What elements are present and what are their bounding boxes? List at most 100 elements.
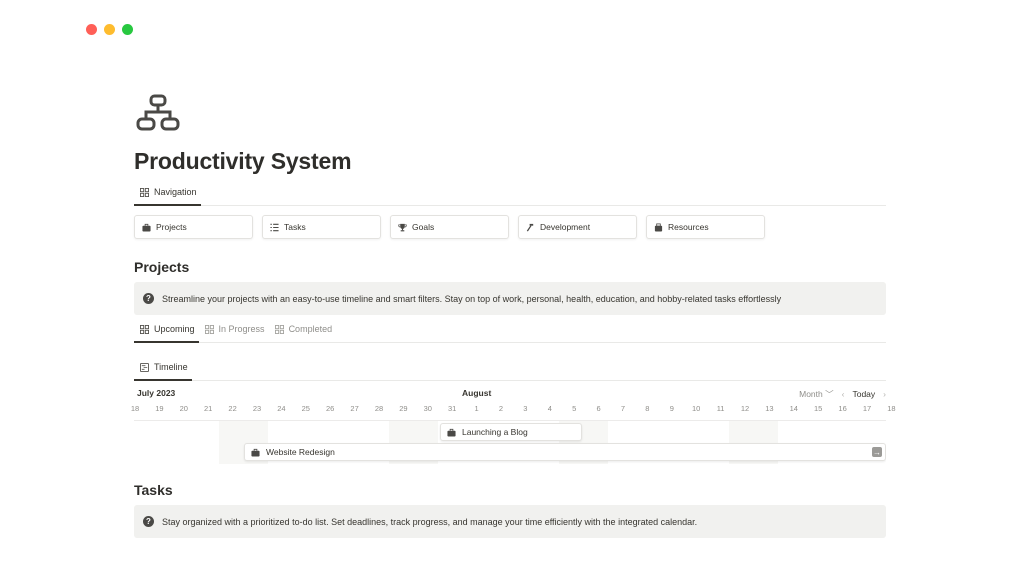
timeline-day-label: 24 [277,404,286,413]
tab-label: Timeline [154,362,188,372]
timeline-day-label: 15 [814,404,823,413]
timeline-day-label: 17 [862,404,872,413]
timeline-day-label: 13 [765,404,774,413]
timeline-day-label: 20 [179,404,188,413]
tab-label: In Progress [218,324,265,334]
briefcase-icon [142,223,151,232]
projects-view-tabbar: Upcoming In Progress Completed [134,322,886,343]
nav-button-goals[interactable]: Goals [390,215,509,239]
timeline-day-label: 28 [374,404,384,413]
tab-in-progress[interactable]: In Progress [199,322,269,342]
nav-button-resources[interactable]: Resources [646,215,765,239]
nav-button-label: Development [540,222,591,232]
month-label-august: August [462,388,492,398]
today-button[interactable]: Today [852,389,875,399]
tab-label: Navigation [154,187,197,197]
timeline-view: July 2023 August Month ﹀ ‹ Today › 18 19 2… [131,384,896,466]
timeline-day-label: 5 [572,404,577,413]
timeline-item-label: Launching a Blog [462,427,528,437]
question-icon: ? [143,293,154,304]
timeline-day-label: 2 [498,404,504,413]
timeline-day-label: 6 [596,404,601,413]
nav-button-label: Resources [668,222,709,232]
grid-icon [140,324,149,334]
tab-navigation[interactable]: Navigation [134,185,201,206]
timeline-day-label: 4 [547,404,552,413]
nav-button-label: Tasks [284,222,306,232]
timeline-day-label: 23 [252,404,262,413]
nav-button-label: Goals [412,222,435,232]
nav-button-label: Projects [156,222,187,232]
timeline-day-label: 12 [740,404,750,413]
timeline-icon [140,362,149,372]
timeline-day-label: 25 [301,404,310,413]
timeline-day-label: 7 [620,404,626,413]
callout-text: Stay organized with a prioritized to-do … [162,516,698,527]
arrow-right-icon[interactable]: → [872,447,882,457]
projects-callout: ? Streamline your projects with an easy-… [134,282,886,315]
timeline-item-launching-blog[interactable]: Launching a Blog [440,423,582,441]
timeline-day-label: 26 [326,404,335,413]
tab-label: Completed [288,324,333,334]
close-window-button[interactable] [86,24,97,35]
tab-completed[interactable]: Completed [269,322,337,342]
timeline-day-label: 27 [350,404,359,413]
tab-upcoming[interactable]: Upcoming [134,322,199,343]
briefcase-icon [251,448,260,457]
timeline-day-label: 14 [789,404,798,413]
checklist-icon [270,223,279,231]
timeline-item-label: Website Redesign [266,447,335,457]
briefcase-icon [447,428,456,437]
timeline-day-label: 31 [448,404,457,413]
hammer-icon [526,223,534,231]
sitemap-icon[interactable] [136,94,180,134]
month-label-july: July 2023 [137,388,176,398]
tab-label: Upcoming [154,324,195,334]
minimize-window-button[interactable] [104,24,115,35]
question-icon: ? [143,516,154,527]
tasks-callout: ? Stay organized with a prioritized to-d… [134,505,886,538]
callout-text: Streamline your projects with an easy-to… [162,293,782,304]
chevron-right-icon[interactable]: › [883,389,886,399]
timeline-day-label: 3 [523,404,528,413]
projects-heading: Projects [134,259,190,275]
timeline-item-website-redesign[interactable]: Website Redesign → [244,443,886,461]
grid-icon [204,324,214,334]
nav-button-tasks[interactable]: Tasks [262,215,381,239]
timeline-day-label: 30 [423,404,432,413]
scale-select[interactable]: Month ﹀ [799,388,834,400]
archive-icon [654,222,663,232]
chevron-left-icon[interactable]: ‹ [842,389,845,399]
nav-button-development[interactable]: Development [518,215,637,239]
grid-icon [274,324,284,334]
timeline-day-label: 10 [692,404,701,413]
maximize-window-button[interactable] [122,24,133,35]
timeline-view-tabbar: Timeline [134,360,886,381]
timeline-day-label: 29 [399,404,408,413]
timeline-day-label: 21 [204,404,213,413]
grid-icon [140,187,149,197]
page-title: Productivity System [134,148,352,174]
trophy-icon [398,223,407,231]
timeline-day-label: 19 [155,404,164,413]
timeline-day-label: 11 [716,404,725,413]
timeline-day-label: 22 [228,404,237,413]
navigation-tabbar: Navigation [134,185,886,206]
chevron-down-icon: ﹀ [825,389,834,399]
timeline-controls: Month ﹀ ‹ Today › [799,388,886,400]
timeline-days: 18 19 20 21 22 23 24 25 26 27 28 29 30 31 1 2 3 4 5 6 7 8 9 10 1… [131,404,896,418]
navigation-buttons: Projects Tasks Goals Development Resourc… [134,215,765,239]
timeline-header: July 2023 August Month ﹀ ‹ Today › [134,384,886,402]
timeline-day-label: 8 [645,404,650,413]
nav-button-projects[interactable]: Projects [134,215,253,239]
timeline-day-label: 9 [669,404,674,413]
window-controls [86,24,133,35]
timeline-day-label: 1 [474,404,479,413]
timeline-grid: Launching a Blog Website Redesign → [134,420,886,464]
tasks-heading: Tasks [134,482,173,498]
tab-timeline[interactable]: Timeline [134,360,192,381]
timeline-day-label: 16 [838,404,847,413]
timeline-day-label: 18 [130,404,140,413]
timeline-day-label: 18 [887,404,896,413]
scale-value: Month [799,389,823,399]
